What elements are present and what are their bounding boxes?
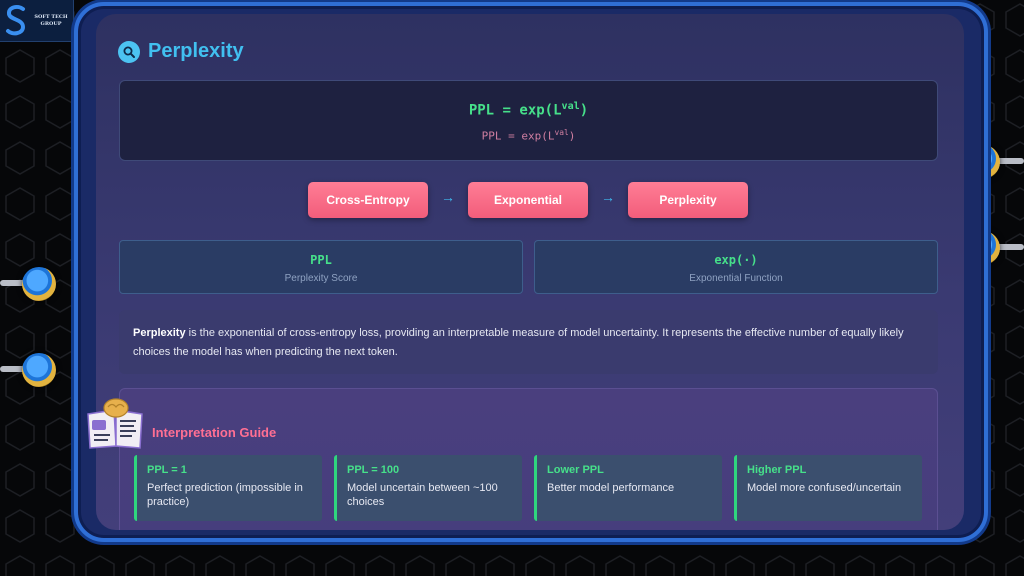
flow-step-perplexity[interactable]: Perplexity (628, 182, 748, 218)
description-box: Perplexity is the exponential of cross-e… (119, 310, 938, 374)
interpretation-guide: Interpretation Guide PPL = 1 Perfect pre… (119, 388, 938, 530)
logo-text: SOFT TECH GROUP (34, 14, 68, 28)
knob-left-2 (22, 353, 56, 387)
metric-label: Exponential Function (689, 273, 783, 284)
formula-sub: PPL = exp(Lval) (120, 128, 937, 142)
search-icon (118, 40, 140, 63)
title-row: Perplexity (118, 40, 244, 63)
guide-card: PPL = 1 Perfect prediction (impossible i… (134, 455, 322, 521)
description-term: Perplexity (133, 327, 186, 339)
formula-sub-suffix: ) (568, 129, 576, 143)
slide-screen: Perplexity PPL = exp(Lval) PPL = exp(Lva… (96, 14, 964, 530)
guide-card-text: Model uncertain between ~100 choices (347, 482, 498, 508)
guide-card-title: PPL = 1 (147, 464, 187, 476)
formula-main: PPL = exp(Lval) (120, 101, 937, 119)
formula-box: PPL = exp(Lval) PPL = exp(Lval) (119, 80, 938, 161)
flow-step-cross-entropy[interactable]: Cross-Entropy (308, 182, 428, 218)
guide-card-title: Lower PPL (547, 464, 604, 476)
formula-main-prefix: PPL = exp(L (468, 102, 562, 119)
formula-main-superscript: val (561, 101, 580, 112)
book-brain-icon (87, 398, 143, 449)
metric-symbol: exp(·) (714, 253, 758, 267)
guide-card: Lower PPL Better model performance (534, 455, 722, 521)
guide-card: PPL = 100 Model uncertain between ~100 c… (334, 455, 522, 521)
metric-symbol: PPL (310, 253, 332, 267)
formula-sub-superscript: val (554, 128, 569, 137)
metric-label: Perplexity Score (284, 273, 358, 284)
company-logo: SOFT TECH GROUP (0, 0, 74, 42)
logo-line-1: SOFT TECH (34, 13, 68, 20)
logo-s-icon (6, 4, 26, 35)
logo-line-2: GROUP (40, 20, 62, 27)
guide-card: Higher PPL Model more confused/uncertain (734, 455, 922, 521)
description-text: is the exponential of cross-entropy loss… (133, 327, 904, 358)
guide-card-text: Perfect prediction (impossible in practi… (147, 482, 303, 508)
guide-card-text: Model more confused/uncertain (747, 482, 902, 494)
guide-card-title: Higher PPL (747, 464, 807, 476)
formula-main-suffix: ) (579, 102, 589, 119)
guide-card-text: Better model performance (547, 482, 675, 494)
flow-step-exponential[interactable]: Exponential (468, 182, 588, 218)
metric-card-exp: exp(·) Exponential Function (534, 240, 938, 294)
knob-left-1 (22, 267, 56, 301)
guide-card-title: PPL = 100 (347, 464, 400, 476)
formula-sub-prefix: PPL = exp(L (481, 129, 555, 143)
page-title: Perplexity (148, 40, 244, 62)
guide-title: Interpretation Guide (152, 425, 277, 440)
flow-arrow-2: → (601, 189, 615, 205)
metric-card-ppl: PPL Perplexity Score (119, 240, 523, 294)
flow-arrow-1: → (441, 189, 455, 205)
